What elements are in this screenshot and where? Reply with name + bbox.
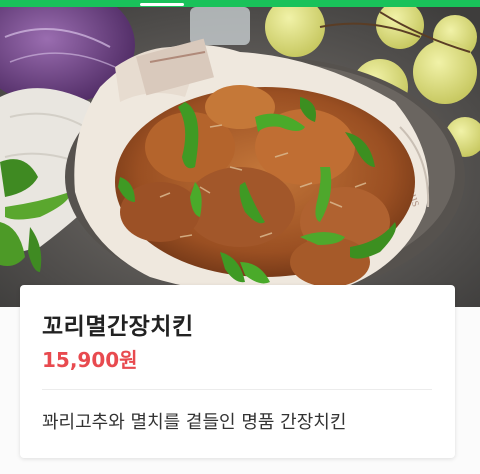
product-info-card: 꼬리멸간장치킨 15,900원 꽈리고추와 멸치를 곁들인 명품 간장치킨 <box>20 285 455 458</box>
product-description: 꽈리고추와 멸치를 곁들인 명품 간장치킨 <box>42 412 347 433</box>
product-price: 15,900원 <box>42 348 138 372</box>
product-detail-screen: Delicious <box>0 0 480 474</box>
product-hero-image[interactable]: Delicious <box>0 7 480 307</box>
divider <box>42 389 432 390</box>
page-indicator <box>140 3 184 6</box>
top-progress-bar <box>0 0 480 7</box>
product-name: 꼬리멸간장치킨 <box>42 314 194 340</box>
